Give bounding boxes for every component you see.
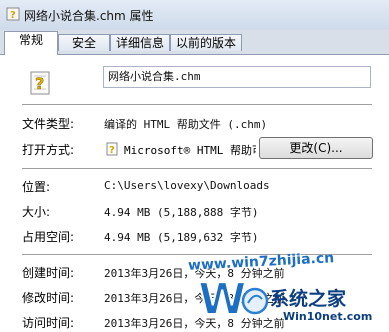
watermark-sub: Win10net.com bbox=[283, 310, 373, 323]
size-on-disk-label: 占用空间: bbox=[22, 230, 75, 244]
divider bbox=[22, 104, 372, 105]
change-button[interactable]: 更改(C)... bbox=[259, 137, 373, 159]
location-value: C:\Users\lovexy\Downloads bbox=[104, 179, 270, 192]
svg-text:?: ? bbox=[109, 145, 115, 156]
window-title: 网络小说合集.chm 属性 bbox=[24, 9, 154, 23]
tab-previous-versions[interactable]: 以前的版本 bbox=[170, 34, 242, 51]
size-on-disk-value: 4.94 MB (5,189,632 字节) bbox=[104, 231, 259, 244]
chm-file-icon: ? bbox=[6, 7, 20, 21]
file-type-label: 文件类型: bbox=[22, 117, 75, 131]
tab-bar: 常规 安全 详细信息 以前的版本 bbox=[0, 30, 389, 55]
accessed-label: 访问时间: bbox=[22, 316, 75, 330]
chm-help-file-icon: ? bbox=[30, 71, 50, 95]
watermark-brand: 系统之家 bbox=[270, 288, 347, 310]
modified-label: 修改时间: bbox=[22, 291, 75, 305]
location-label: 位置: bbox=[22, 180, 51, 194]
file-type-value: 编译的 HTML 帮助文件 (.chm) bbox=[104, 118, 268, 131]
opens-with-label: 打开方式: bbox=[22, 143, 75, 157]
size-label: 大小: bbox=[22, 205, 51, 219]
opens-with-app: Microsoft® HTML 帮助可执行文件 bbox=[124, 144, 256, 157]
title-bar: ? 网络小说合集.chm 属性 bbox=[0, 0, 389, 30]
divider bbox=[22, 168, 372, 169]
size-value: 4.94 MB (5,188,888 字节) bbox=[104, 206, 259, 219]
watermark-swirl-icon bbox=[241, 287, 269, 315]
svg-text:?: ? bbox=[35, 74, 44, 93]
svg-text:?: ? bbox=[10, 10, 16, 21]
tab-security[interactable]: 安全 bbox=[58, 34, 110, 51]
tab-general[interactable]: 常规 bbox=[4, 31, 58, 55]
created-label: 创建时间: bbox=[22, 266, 75, 280]
tab-details[interactable]: 详细信息 bbox=[110, 34, 170, 51]
file-name-input[interactable]: 网络小说合集.chm bbox=[103, 66, 371, 88]
html-help-app-icon: ? bbox=[106, 142, 118, 156]
svg-text:W: W bbox=[198, 274, 247, 322]
